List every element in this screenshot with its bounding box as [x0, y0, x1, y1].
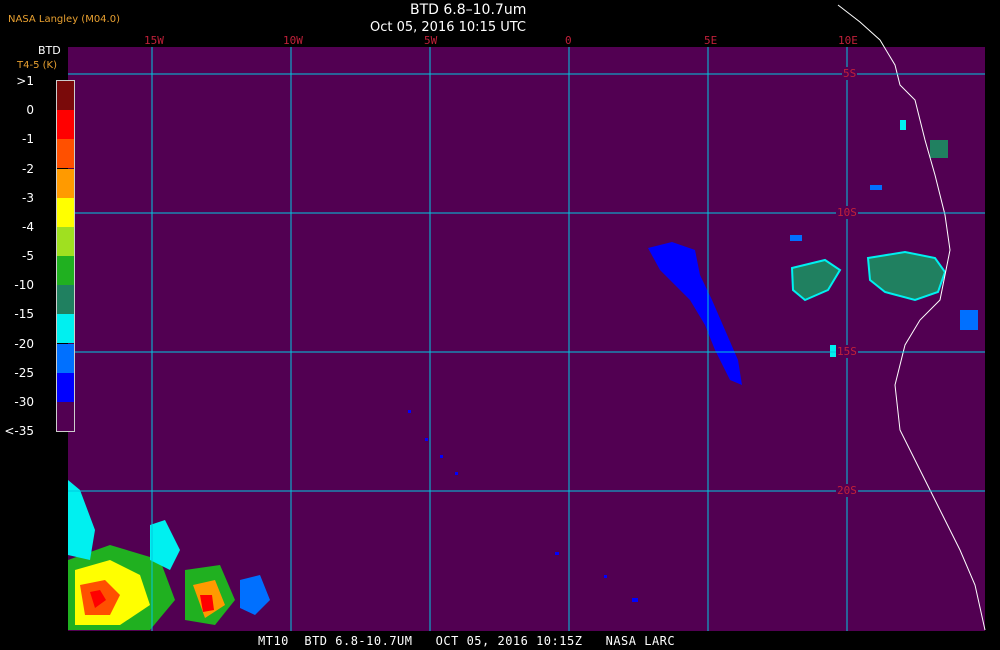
blue-plume	[648, 242, 742, 385]
southwest-convection	[68, 480, 270, 630]
legend-tick-label: 0	[26, 103, 34, 118]
legend-swatch	[57, 81, 74, 111]
legend-tick-label: -25	[14, 365, 34, 380]
btd-features	[68, 120, 978, 630]
legend-swatch	[57, 139, 74, 169]
legend-swatch	[57, 343, 74, 373]
legend-tick-label: >1	[16, 74, 34, 88]
legend-swatch	[57, 110, 74, 140]
legend-tick-label: -4	[22, 219, 34, 234]
legend-tick-label: -15	[14, 307, 34, 322]
lat-lon-grid	[68, 47, 985, 631]
legend-swatch	[57, 285, 74, 315]
footer-caption: MT10 BTD 6.8-10.7UM OCT 05, 2016 10:15Z …	[258, 634, 676, 648]
legend-tick-label: -20	[14, 336, 34, 351]
legend-swatch	[57, 256, 74, 286]
lon-label-5e: 5E	[704, 34, 718, 47]
legend-tick-label: <-35	[4, 424, 34, 438]
lon-label-5w: 5W	[424, 34, 438, 47]
legend-tick-label: -3	[22, 190, 34, 205]
legend-tick-label: -30	[14, 394, 34, 409]
lon-label-10e: 10E	[838, 34, 858, 47]
legend-swatch	[57, 168, 74, 198]
lon-label-0: 0	[565, 34, 572, 47]
lat-label-5s: 5S	[842, 67, 858, 80]
lon-label-15w: 15W	[144, 34, 164, 47]
satellite-map-view: NASA Langley (M04.0) BTD 6.8–10.7um Oct …	[0, 0, 1000, 650]
legend-unit: T4-5 (K)	[17, 60, 57, 71]
legend-tick-label: -5	[22, 249, 34, 263]
legend-tick-label: -2	[22, 161, 34, 176]
legend-swatch	[57, 372, 74, 402]
legend-swatch	[57, 197, 74, 227]
lon-label-10w: 10W	[283, 34, 303, 47]
lat-label-15s: 15S	[836, 345, 858, 358]
legend-tick-label: -1	[22, 132, 34, 147]
legend-swatch	[57, 314, 74, 344]
legend-swatch	[57, 401, 74, 431]
legend-swatch	[57, 226, 74, 256]
lat-label-20s: 20S	[836, 484, 858, 497]
legend-tick-label: -10	[14, 278, 34, 293]
lat-label-10s: 10S	[836, 206, 858, 219]
legend-title: BTD	[38, 44, 61, 57]
map-overlay	[68, 4, 986, 631]
color-scale-bar	[56, 80, 75, 432]
